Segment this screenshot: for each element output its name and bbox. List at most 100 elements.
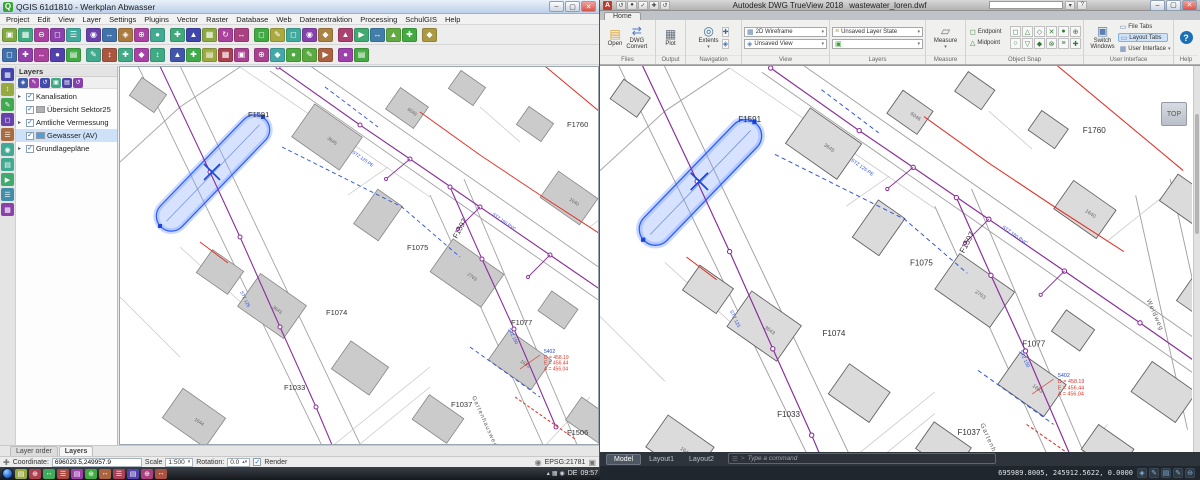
zoom-out-icon[interactable]: ↔ [102, 28, 117, 42]
layer-item-amtlichevermessung[interactable]: ▸✓Amtliche Vermessung [16, 116, 117, 129]
qgis-map-canvas[interactable]: F1591F1760F1075F1597F1074F1077F1033F1037… [119, 66, 599, 445]
layer-item-kanalisation[interactable]: ▸✓Kanalisation [16, 90, 117, 103]
layer-item-bersichtsektor25[interactable]: ✓Übersicht Sektor25 [16, 103, 117, 116]
customize-icon[interactable]: ↺ [660, 1, 670, 10]
add-raster-icon[interactable]: ✎ [1, 98, 14, 111]
maximize-button[interactable]: ▢ [565, 1, 580, 12]
panel-label-output[interactable]: Output [656, 55, 685, 64]
georeferencer-icon[interactable]: ● [286, 48, 301, 62]
panel-label-user-interface[interactable]: User Interface [1084, 55, 1173, 64]
model-tab-layout2[interactable]: Layout2 [682, 455, 721, 464]
infocenter-search-icon[interactable]: ▾ [1065, 1, 1075, 10]
network-icon[interactable]: ▦ [552, 470, 558, 477]
paste-features-icon[interactable]: ↕ [150, 48, 165, 62]
pan-icon[interactable]: ✚ [722, 27, 730, 37]
osnap-toggle-icon[interactable]: ✎ [1173, 468, 1183, 478]
new-shapefile-layer-icon[interactable]: ☰ [1, 188, 14, 201]
command-line[interactable]: ☰ > Type a command [728, 453, 996, 464]
move-feature-icon[interactable]: ▤ [66, 48, 81, 62]
scrollbar-thumb[interactable] [1195, 114, 1199, 234]
osnap-apparent-intersection-icon[interactable]: ⊗ [1046, 38, 1057, 49]
plot-icon[interactable]: ● [627, 1, 637, 10]
add-feature-icon[interactable]: ● [50, 48, 65, 62]
add-wfs-icon[interactable]: ◉ [1, 143, 14, 156]
coordinate-input[interactable] [52, 458, 142, 467]
manage-map-themes-icon[interactable]: ✎ [29, 78, 39, 88]
tab-home[interactable]: Home [604, 12, 641, 20]
menu-processing[interactable]: Processing [356, 15, 401, 24]
osnap-tangent-icon[interactable]: ▽ [1022, 38, 1033, 49]
menu-schulgis[interactable]: SchulGIS [401, 15, 441, 24]
osnap-extension-icon[interactable]: ● [1058, 26, 1069, 37]
layer-styling-icon[interactable]: ▣ [234, 48, 249, 62]
pan-map-icon[interactable]: ☰ [66, 28, 81, 42]
model-tab-layout1[interactable]: Layout1 [642, 455, 681, 464]
scale-select[interactable]: 1:500▾ [165, 458, 193, 467]
osnap-intersection-icon[interactable]: ✕ [1046, 26, 1057, 37]
qgis-taskbar-button[interactable]: ↔ [43, 469, 55, 479]
add-vector-icon[interactable]: ↕ [1, 83, 14, 96]
menu-settings[interactable]: Settings [105, 15, 140, 24]
explorer-taskbar-button[interactable]: ▤ [15, 469, 27, 479]
open-attribute-table-icon[interactable]: ⊕ [254, 48, 269, 62]
osnap-parallel-icon[interactable]: ≡ [1058, 38, 1069, 49]
menu-plugins[interactable]: Plugins [140, 15, 173, 24]
measure-line-icon[interactable]: ↔ [234, 28, 249, 42]
map-tips-icon[interactable]: ◻ [254, 28, 269, 42]
collapse-all-icon[interactable]: ▤ [62, 78, 72, 88]
help-contents-icon[interactable]: ▤ [354, 48, 369, 62]
menu-help[interactable]: Help [441, 15, 464, 24]
clock[interactable]: 09:57 [580, 470, 598, 477]
panel-label-files[interactable]: Files [600, 55, 655, 64]
layer-visibility-checkbox[interactable]: ✓ [26, 145, 34, 153]
panel-label-view[interactable]: View [742, 55, 829, 64]
menu-edit[interactable]: Edit [33, 15, 54, 24]
switch-windows-button[interactable]: ▣ Switch Windows [1089, 25, 1115, 51]
zoom-last-icon[interactable]: ⊕ [134, 28, 149, 42]
osnap-quadrant-icon[interactable]: ◇ [1034, 26, 1045, 37]
data-source-manager-icon[interactable]: ▦ [1, 68, 14, 81]
measure-dropdown-icon[interactable]: ▾ [944, 44, 947, 50]
file-tabs-button[interactable]: ▭ File Tabs [1118, 22, 1168, 31]
plot-preview-icon[interactable]: ✓ [638, 1, 648, 10]
rotation-spinner[interactable]: 0.0▴▾ [227, 458, 250, 467]
menu-raster[interactable]: Raster [202, 15, 232, 24]
toggle-editing-icon[interactable]: ✚ [18, 48, 33, 62]
osnap-settings-icon[interactable]: ✚ [1070, 38, 1081, 49]
command-placeholder[interactable]: Type a command [748, 455, 798, 462]
settings-taskbar-button[interactable]: ▤ [127, 469, 139, 479]
menu-vector[interactable]: Vector [173, 15, 202, 24]
zoom-full-icon[interactable]: ◈ [118, 28, 133, 42]
trueview-drawing-canvas[interactable]: F1591F1760F1075F1597F1074F1077F1033F1037… [600, 65, 1200, 452]
mail-taskbar-button[interactable]: ⊕ [85, 469, 97, 479]
model-tab-model[interactable]: Model [606, 454, 641, 465]
plot-button[interactable]: ▦ Plot [664, 28, 677, 48]
dwg-convert-button[interactable]: ⇄ DWG Convert [625, 25, 648, 51]
expand-icon[interactable]: ▸ [18, 93, 24, 100]
add-vector-layer-icon[interactable]: ▶ [354, 28, 369, 42]
tv-close-button[interactable]: ✕ [1182, 0, 1197, 11]
add-database-icon[interactable]: ◻ [1, 113, 14, 126]
settings-gear-icon[interactable]: ⊖ [1185, 468, 1195, 478]
menu-datenextraktion[interactable]: Datenextraktion [296, 15, 357, 24]
layer-visibility-checkbox[interactable]: ✓ [26, 93, 34, 101]
named-view-select[interactable]: ◈ Unsaved View ▾ [744, 39, 827, 49]
open-button[interactable]: ▤ Open [607, 28, 624, 48]
pdf-reader-taskbar-button[interactable]: ⊕ [141, 469, 153, 479]
menu-web[interactable]: Web [272, 15, 295, 24]
expand-icon[interactable]: ▸ [18, 145, 24, 152]
terminal-taskbar-button[interactable]: ↔ [99, 469, 111, 479]
snapping-options-icon[interactable]: ▤ [202, 48, 217, 62]
add-wms-layer-icon[interactable]: ▲ [386, 28, 401, 42]
save-layer-edits-icon[interactable]: ↔ [34, 48, 49, 62]
qgis-map[interactable]: F1591F1760F1075F1597F1074F1077F1033F1037… [120, 67, 599, 444]
print-layout-icon[interactable]: ◻ [50, 28, 65, 42]
grid-display-icon[interactable]: ✎ [1149, 468, 1159, 478]
measure-button[interactable]: ▱ Measure ▾ [933, 25, 958, 51]
close-button[interactable]: ✕ [581, 1, 596, 12]
render-checkbox[interactable]: ✓ [253, 458, 261, 466]
extents-dropdown-icon[interactable]: ▾ [707, 44, 710, 50]
add-wms-icon[interactable]: ☰ [1, 128, 14, 141]
cut-features-icon[interactable]: ✚ [118, 48, 133, 62]
panel-label-object-snap[interactable]: Object Snap [966, 55, 1083, 64]
